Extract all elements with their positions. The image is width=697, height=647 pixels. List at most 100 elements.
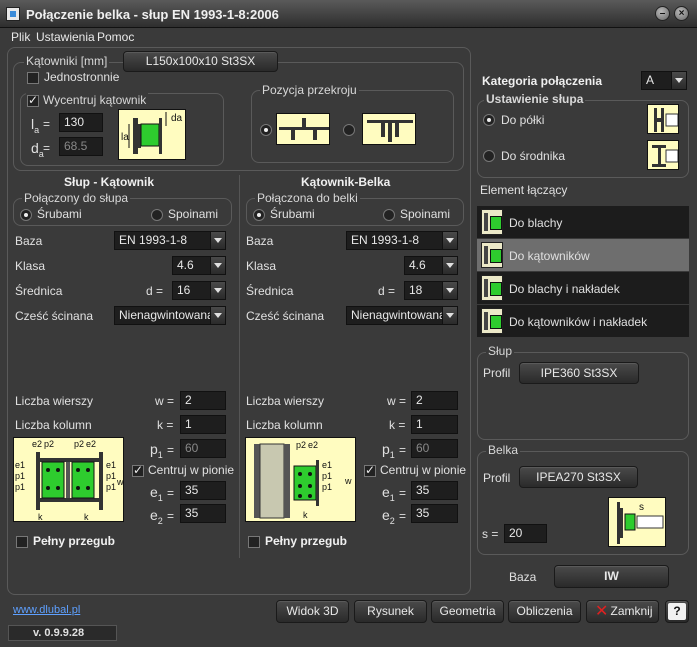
- column-profile-button[interactable]: IPE360 St3SX: [519, 362, 639, 384]
- calculations-button[interactable]: Obliczenia: [508, 600, 581, 623]
- column-bolts-label: Śrubami: [37, 207, 82, 221]
- column-rows-input[interactable]: 2: [180, 391, 226, 410]
- column-center-label: Centruj w pionie: [148, 463, 235, 477]
- close-window-icon[interactable]: ×: [674, 6, 689, 21]
- column-cols-eq: k =: [157, 418, 174, 432]
- beam-welds-label: Spoinami: [400, 207, 451, 221]
- beam-profile-button[interactable]: IPEA270 St3SX: [519, 466, 638, 488]
- view-3d-button[interactable]: Widok 3D: [276, 600, 349, 623]
- section-position-2-icon[interactable]: [362, 113, 416, 145]
- beam-diameter-select[interactable]: 18: [404, 281, 458, 300]
- da-label: da: [31, 140, 44, 159]
- drawing-button[interactable]: Rysunek: [354, 600, 427, 623]
- angle-dimension-diagram: da la: [118, 109, 186, 160]
- svg-text:k: k: [84, 512, 89, 522]
- right-base-button[interactable]: IW: [554, 565, 669, 588]
- column-center-checkbox[interactable]: [132, 463, 144, 477]
- menu-help[interactable]: Pomoc: [97, 30, 134, 44]
- svg-text:p1: p1: [322, 471, 332, 481]
- column-profile-group-title: Słup: [486, 344, 515, 358]
- section-position-title: Pozycja przekroju: [260, 83, 359, 97]
- column-shear-select[interactable]: Nienagwintowana: [114, 306, 226, 325]
- element-item-plate[interactable]: Do blachy: [477, 206, 689, 238]
- la-label: la: [31, 116, 40, 135]
- beam-center-checkbox[interactable]: [364, 463, 376, 477]
- website-link[interactable]: www.dlubal.pl: [13, 604, 80, 616]
- category-label: Kategoria połączenia: [482, 74, 603, 88]
- center-angle-checkbox[interactable]: [27, 93, 39, 107]
- section-position-1-icon[interactable]: [276, 113, 330, 145]
- chevron-down-icon: [210, 232, 225, 249]
- s-input[interactable]: 20: [504, 524, 547, 543]
- to-web-icon[interactable]: [647, 140, 679, 170]
- svg-text:e1: e1: [15, 460, 25, 470]
- menu-file[interactable]: Plik: [11, 30, 30, 44]
- angles-covers-connector-icon: [481, 308, 503, 334]
- column-class-select[interactable]: 4.6: [172, 256, 226, 275]
- beam-class-select[interactable]: 4.6: [404, 256, 458, 275]
- section-position-1-radio[interactable]: [260, 124, 272, 136]
- column-p1-input[interactable]: 60: [180, 439, 226, 458]
- menu-bar: Plik Ustawienia Pomoc: [0, 28, 697, 46]
- column-base-select[interactable]: EN 1993-1-8: [114, 231, 226, 250]
- chevron-down-icon: [442, 257, 457, 274]
- beam-e1-eq: =: [399, 486, 407, 500]
- beam-cols-input[interactable]: 1: [411, 415, 458, 434]
- column-welds-radio[interactable]: [151, 209, 163, 221]
- to-web-radio[interactable]: [483, 150, 495, 162]
- section-position-2-radio[interactable]: [343, 124, 355, 136]
- element-item-plate-covers[interactable]: Do blachy i nakładek: [477, 272, 689, 304]
- category-select[interactable]: A: [641, 71, 687, 90]
- beam-e1-input[interactable]: 35: [411, 481, 458, 500]
- beam-class-label: Klasa: [246, 259, 277, 273]
- angles-group-title: Kątowniki [mm]: [24, 54, 110, 68]
- angle-profile-button[interactable]: L150x100x10 St3SX: [123, 51, 278, 72]
- beam-welds-radio[interactable]: [383, 209, 395, 221]
- column-divider: [239, 175, 240, 558]
- svg-text:p2: p2: [44, 439, 54, 449]
- element-item-angles[interactable]: Do kątowników: [477, 239, 689, 271]
- help-icon: ?: [668, 603, 686, 620]
- beam-shear-select[interactable]: Nienagwintowana: [346, 306, 458, 325]
- svg-text:e1: e1: [322, 460, 332, 470]
- chevron-down-icon: [671, 72, 686, 89]
- svg-text:e1: e1: [106, 460, 116, 470]
- beam-profile-group-title: Belka: [486, 443, 521, 457]
- column-rows-label: Liczba wierszy: [15, 394, 94, 408]
- la-input[interactable]: 130: [59, 113, 103, 132]
- to-flange-icon[interactable]: [647, 104, 679, 134]
- beam-rows-input[interactable]: 2: [411, 391, 458, 410]
- element-item-angles-covers[interactable]: Do kątowników i nakładek: [477, 305, 689, 337]
- menu-settings[interactable]: Ustawienia: [36, 30, 95, 44]
- da-input[interactable]: 68.5: [59, 137, 103, 156]
- help-button[interactable]: ?: [665, 600, 689, 623]
- title-bar: Połączenie belka - słup EN 1993-1-8:2006…: [0, 0, 697, 28]
- element-title: Element łączący: [480, 183, 568, 197]
- svg-text:p2: p2: [296, 440, 306, 450]
- chevron-down-icon: [442, 282, 457, 299]
- column-e1-input[interactable]: 35: [180, 481, 226, 500]
- beam-diameter-label: Średnica: [246, 284, 294, 298]
- column-bolts-radio[interactable]: [20, 209, 32, 221]
- one-side-checkbox[interactable]: [27, 72, 39, 84]
- column-e2-input[interactable]: 35: [180, 504, 226, 523]
- plate-covers-connector-icon: [481, 275, 503, 301]
- column-cols-input[interactable]: 1: [180, 415, 226, 434]
- beam-hinge-checkbox[interactable]: [248, 536, 260, 548]
- close-button-label: Zamknij: [610, 604, 653, 618]
- close-button[interactable]: ✕ Zamknij: [586, 600, 659, 623]
- column-diameter-select[interactable]: 16: [172, 281, 226, 300]
- minimize-icon[interactable]: –: [655, 6, 670, 21]
- to-flange-radio[interactable]: [483, 114, 495, 126]
- beam-bolts-radio[interactable]: [253, 209, 265, 221]
- beam-shear-label: Cześć ścinana: [246, 309, 325, 323]
- svg-text:e2: e2: [32, 439, 42, 449]
- column-hinge-checkbox[interactable]: [16, 536, 28, 548]
- geometry-button[interactable]: Geometria: [431, 600, 504, 623]
- beam-p1-input[interactable]: 60: [411, 439, 458, 458]
- to-web-label: Do środnika: [501, 149, 566, 163]
- beam-bolt-diagram: p2 e2 e1 p1 p1 w k: [245, 437, 356, 522]
- beam-base-select[interactable]: EN 1993-1-8: [346, 231, 458, 250]
- beam-e2-input[interactable]: 35: [411, 504, 458, 523]
- svg-text:k: k: [303, 510, 308, 520]
